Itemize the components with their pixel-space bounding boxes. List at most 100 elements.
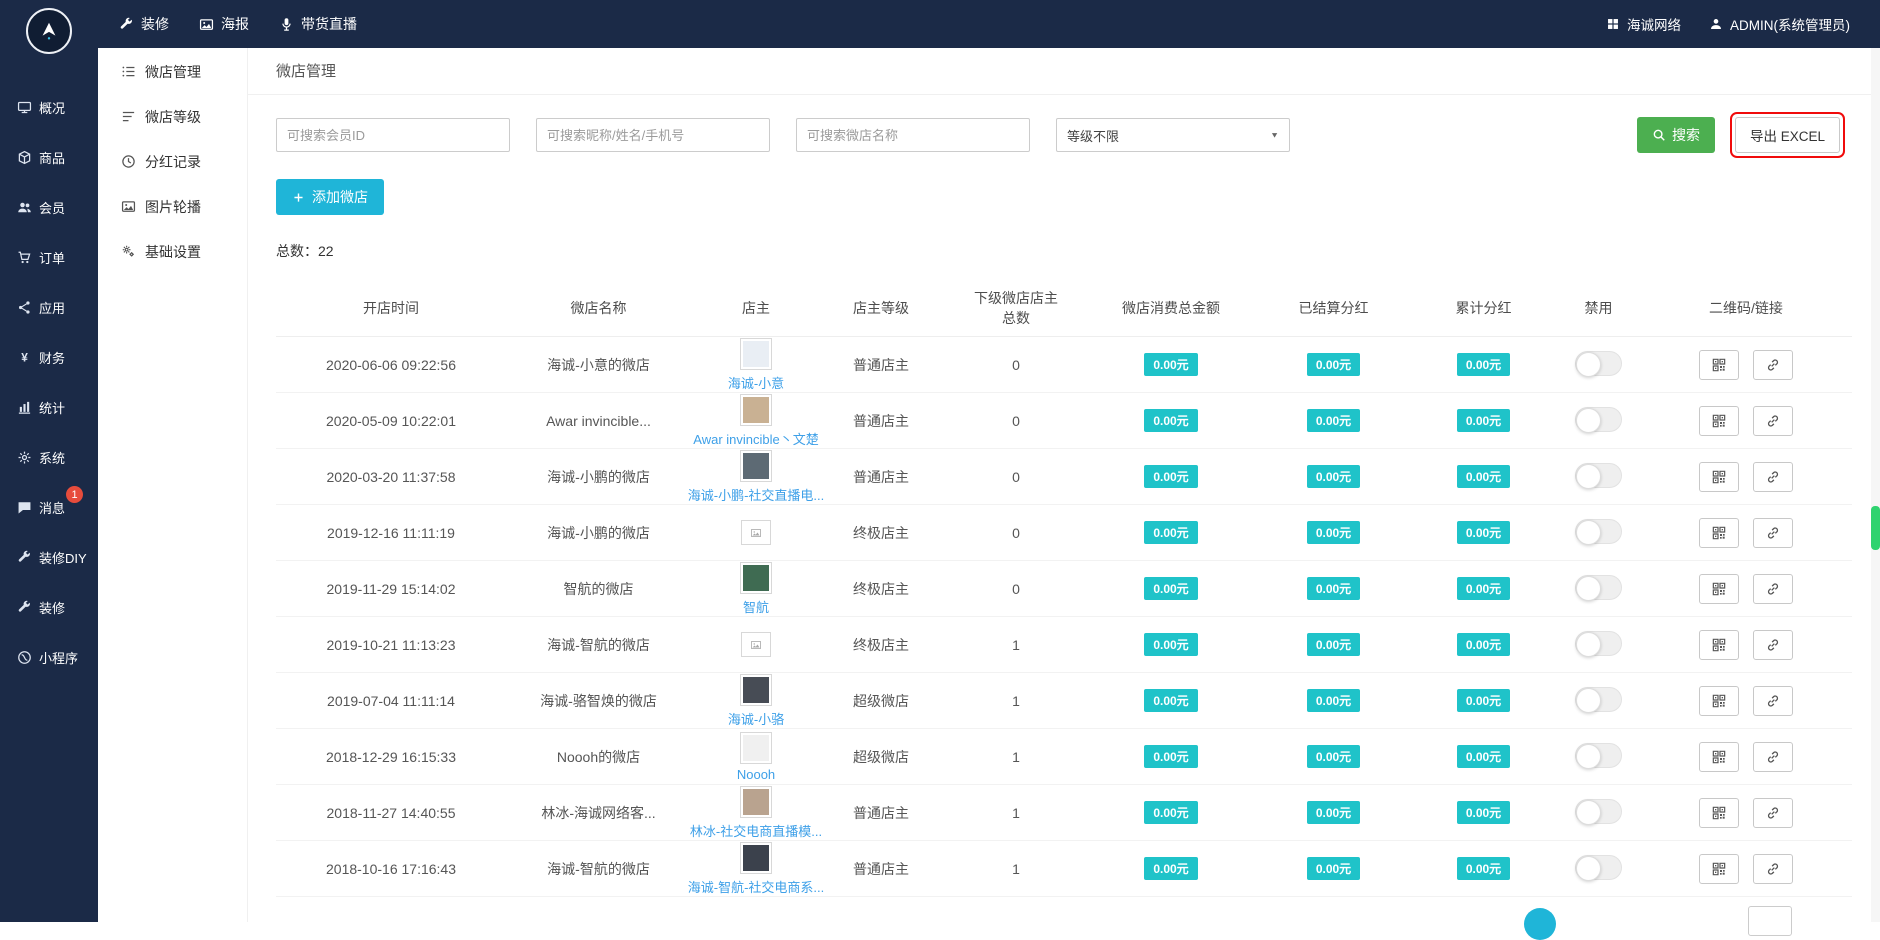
topbar-admin-account[interactable]: ADMIN(系统管理员) <box>1695 0 1864 48</box>
link-button[interactable] <box>1753 629 1793 660</box>
sidebar-item-label: 小程序 <box>39 650 79 666</box>
link-button[interactable] <box>1753 741 1793 772</box>
link-button[interactable] <box>1753 349 1793 380</box>
qrcode-button[interactable] <box>1699 797 1739 828</box>
sidebar-item-fitment[interactable]: 装修 <box>0 582 98 632</box>
qrcode-button[interactable] <box>1699 741 1739 772</box>
qrcode-button[interactable] <box>1699 853 1739 884</box>
submenu-item-image-carousel[interactable]: 图片轮播 <box>98 184 247 229</box>
owner-link[interactable]: 智航 <box>743 597 769 616</box>
submenu-item-shop-level[interactable]: 微店等级 <box>98 94 247 139</box>
disable-toggle[interactable] <box>1575 518 1622 545</box>
topnav-item-poster[interactable]: 海报 <box>184 0 264 48</box>
link-button[interactable] <box>1753 461 1793 492</box>
app-logo[interactable] <box>26 8 72 54</box>
settled-cell: 0.00元 <box>1251 801 1416 824</box>
disable-toggle[interactable] <box>1575 854 1622 881</box>
link-button[interactable] <box>1753 405 1793 436</box>
shops-table: 开店时间 微店名称 店主 店主等级 下级微店店主总数 微店消费总金额 已结算分红 累计分红 禁用… <box>276 281 1852 897</box>
sidebar-item-apps[interactable]: 应用 <box>0 282 98 332</box>
pagination-button[interactable] <box>1524 908 1556 940</box>
sidebar-item-goods[interactable]: 商品 <box>0 132 98 182</box>
owner-avatar[interactable] <box>740 449 772 482</box>
owner-link[interactable]: 海诚-小鹏-社交直播电... <box>688 485 825 504</box>
owner-avatar[interactable] <box>740 561 772 594</box>
table-row: 2019-07-04 11:11:14 海诚-骆智焕的微店 海诚-小骆 超级微店 1 0.… <box>276 673 1852 729</box>
link-button[interactable] <box>1753 797 1793 828</box>
owner-link[interactable]: Noooh <box>737 767 775 782</box>
disable-toggle[interactable] <box>1575 462 1622 489</box>
sidebar-item-finance[interactable]: ¥ 财务 <box>0 332 98 382</box>
qrcode-button[interactable] <box>1699 517 1739 548</box>
level-icon <box>121 109 136 124</box>
submenu-item-shop-management[interactable]: 微店管理 <box>98 49 247 94</box>
sidebar-item-stats[interactable]: 统计 <box>0 382 98 432</box>
scrollbar-thumb[interactable] <box>1871 506 1880 550</box>
owner-avatar-broken[interactable] <box>741 632 771 657</box>
qrcode-button[interactable] <box>1699 573 1739 604</box>
owner-avatar-broken[interactable] <box>741 520 771 545</box>
consume-cell: 0.00元 <box>1091 521 1251 544</box>
owner-link[interactable]: 海诚-小骆 <box>728 709 784 728</box>
link-button[interactable] <box>1753 685 1793 716</box>
export-excel-button[interactable]: 导出 EXCEL <box>1734 117 1840 153</box>
level-select[interactable]: 等级不限 ▼ <box>1056 118 1290 152</box>
owner-avatar[interactable] <box>740 337 772 370</box>
table-header-label: 店主 <box>742 299 770 316</box>
sidebar-item-fitment-diy[interactable]: 装修DIY <box>0 532 98 582</box>
disable-toggle[interactable] <box>1575 686 1622 713</box>
owner-avatar[interactable] <box>740 785 772 818</box>
owner-avatar[interactable] <box>740 731 772 764</box>
sidebar-item-system[interactable]: 系统 <box>0 432 98 482</box>
link-button[interactable] <box>1753 573 1793 604</box>
sidebar-item-miniprogram[interactable]: 小程序 <box>0 632 98 682</box>
topnav-item-fitment[interactable]: 装修 <box>104 0 184 48</box>
open-time-cell: 2019-07-04 11:11:14 <box>327 692 455 709</box>
owner-avatar[interactable] <box>740 393 772 426</box>
owner-cell: 海诚-小意 <box>691 337 821 392</box>
dividend-amount-badge: 0.00元 <box>1456 745 1511 768</box>
disable-toggle[interactable] <box>1575 630 1622 657</box>
disable-toggle[interactable] <box>1575 574 1622 601</box>
owner-link[interactable]: 海诚-小意 <box>728 373 784 392</box>
submenu-item-label: 微店等级 <box>145 108 201 125</box>
owner-avatar[interactable] <box>740 673 772 706</box>
member-id-search-input[interactable] <box>276 118 510 152</box>
search-button[interactable]: 搜索 <box>1636 117 1715 153</box>
actions-cell <box>1646 405 1846 436</box>
table-row: 2018-10-16 17:16:43 海诚-智航的微店 海诚-智航-社交电商系..… <box>276 841 1852 897</box>
avatar-image <box>743 452 769 479</box>
sidebar-item-members[interactable]: 会员 <box>0 182 98 232</box>
sidebar-item-overview[interactable]: 概况 <box>0 82 98 132</box>
owner-link[interactable]: Awar invincible丶文楚 <box>693 429 818 448</box>
qrcode-button[interactable] <box>1699 629 1739 660</box>
disable-toggle[interactable] <box>1575 406 1622 433</box>
open-time-cell: 2019-12-16 11:11:19 <box>327 524 455 541</box>
sidebar-item-messages[interactable]: 消息 1 <box>0 482 98 532</box>
topnav-item-live-selling[interactable]: 带货直播 <box>264 0 372 48</box>
level-cell: 超级微店 <box>853 748 909 765</box>
submenu-item-dividend-records[interactable]: 分红记录 <box>98 139 247 184</box>
disable-toggle[interactable] <box>1575 742 1622 769</box>
topbar-network[interactable]: 海诚网络 <box>1592 0 1695 48</box>
add-shop-button[interactable]: 添加微店 <box>276 179 384 215</box>
sidebar-item-orders[interactable]: 订单 <box>0 232 98 282</box>
qrcode-button[interactable] <box>1699 349 1739 380</box>
shop-name-search-input[interactable] <box>796 118 1030 152</box>
link-button[interactable] <box>1753 853 1793 884</box>
nickname-search-input[interactable] <box>536 118 770 152</box>
disable-toggle[interactable] <box>1575 350 1622 377</box>
back-to-top-button[interactable] <box>1748 906 1792 936</box>
qrcode-button[interactable] <box>1699 405 1739 436</box>
owner-link[interactable]: 海诚-智航-社交电商系... <box>688 877 825 896</box>
owner-avatar[interactable] <box>740 841 772 874</box>
submenu-item-label: 微店管理 <box>145 63 201 80</box>
link-button[interactable] <box>1753 517 1793 548</box>
qrcode-button[interactable] <box>1699 685 1739 716</box>
settled-amount-badge: 0.00元 <box>1306 409 1361 432</box>
disable-toggle[interactable] <box>1575 798 1622 825</box>
owner-link[interactable]: 林冰-社交电商直播模... <box>690 821 822 840</box>
disable-cell <box>1551 462 1646 491</box>
qrcode-button[interactable] <box>1699 461 1739 492</box>
submenu-item-basic-settings[interactable]: 基础设置 <box>98 229 247 274</box>
